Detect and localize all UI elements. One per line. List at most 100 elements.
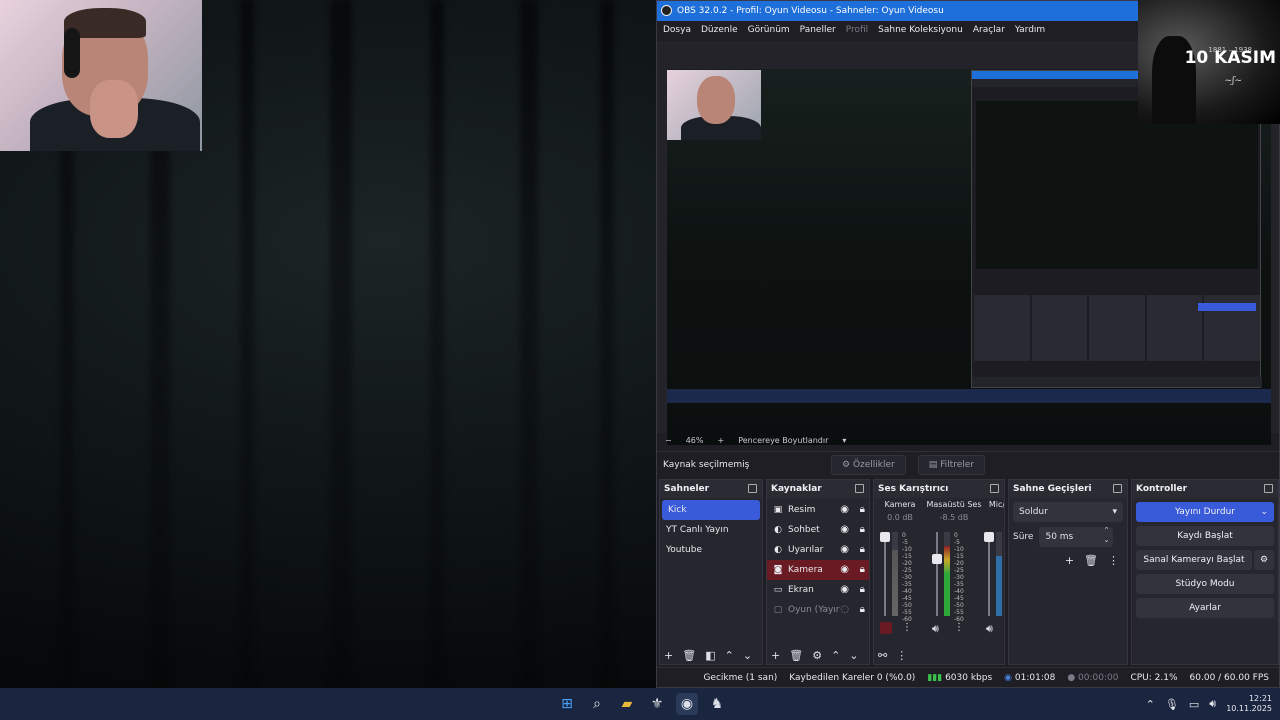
fps-status: 60.00 / 60.00 FPS — [1189, 673, 1269, 683]
search-icon[interactable]: ⌕ — [586, 693, 608, 715]
lock-icon[interactable]: 🔒︎ — [860, 560, 865, 580]
preview-canvas[interactable] — [667, 69, 1271, 445]
source-item[interactable]: ▣ Resim ◉ 🔒︎ — [767, 500, 869, 520]
lock-icon[interactable]: 🔒︎ — [860, 500, 865, 520]
transition-select[interactable]: Soldur ▾ — [1013, 502, 1123, 522]
zoom-out-button[interactable]: − — [665, 436, 672, 445]
clock[interactable]: 12:21 10.11.2025 — [1226, 694, 1272, 714]
trash-icon[interactable]: 🗑 — [682, 649, 696, 662]
source-item[interactable]: ◐ Sohbet ◉ 🔒︎ — [767, 520, 869, 540]
start-recording-button[interactable]: Kaydı Başlat — [1136, 526, 1274, 546]
background-tree — [240, 0, 254, 688]
webcam-overlay — [0, 0, 202, 151]
scenes-dock: Sahneler Kick YT Canlı Yayın Youtube + 🗑… — [659, 479, 763, 665]
eye-icon[interactable]: ◉ — [840, 580, 849, 600]
link-icon[interactable]: ⚯ — [878, 649, 887, 662]
eye-hidden-icon[interactable]: ◌ — [840, 600, 849, 620]
spin-icon[interactable]: ⌃ ⌄ — [1104, 525, 1110, 545]
file-explorer-icon[interactable]: ▰ — [616, 693, 638, 715]
add-icon[interactable]: + — [1065, 554, 1074, 567]
scene-item-youtube[interactable]: Youtube — [660, 540, 762, 560]
status-bar: Gecikme (1 san) Kaybedilen Kareler 0 (%0… — [657, 667, 1279, 688]
mute-icon[interactable] — [880, 622, 892, 634]
app-icon[interactable]: ♞ — [706, 693, 728, 715]
windows-start-icon[interactable]: ⊞ — [556, 693, 578, 715]
audio-mixer-dock: Ses Karıştırıcı Kamera 0.0 dB 0 -5 -10 -15-… — [873, 479, 1005, 665]
scenes-header: Sahneler — [664, 484, 710, 494]
filter-icon: ▤ — [928, 459, 938, 470]
scene-item-kick[interactable]: Kick — [662, 500, 760, 520]
source-item[interactable]: ▭ Ekran ◉ 🔒︎ — [767, 580, 869, 600]
speaker-icon[interactable]: 🔊︎ — [986, 622, 993, 636]
app-icon[interactable]: ⚜ — [646, 693, 668, 715]
menu-file[interactable]: Dosya — [663, 21, 691, 39]
menu-view[interactable]: Görünüm — [748, 21, 790, 39]
audio-meter — [944, 532, 950, 616]
start-virtual-camera-button[interactable]: Sanal Kamerayı Başlat — [1136, 550, 1252, 570]
volume-slider[interactable] — [880, 532, 890, 616]
eye-icon[interactable]: ◉ — [840, 520, 849, 540]
zoom-in-button[interactable]: + — [717, 436, 724, 445]
popout-icon[interactable] — [748, 484, 757, 493]
popout-icon[interactable] — [1264, 484, 1273, 493]
source-item-hidden[interactable]: ▢ Oyun (Yayır ◌ 🔒︎ — [767, 600, 869, 620]
network-icon[interactable]: ▭ — [1189, 698, 1199, 711]
more-icon[interactable]: ⋮ — [1108, 554, 1119, 567]
popout-icon[interactable] — [855, 484, 864, 493]
menu-help[interactable]: Yardım — [1015, 21, 1045, 39]
more-icon[interactable]: ⋮ — [954, 622, 964, 633]
lock-icon[interactable]: 🔒︎ — [860, 540, 865, 560]
obs-logo-icon — [661, 5, 672, 16]
trash-icon[interactable]: 🗑 — [789, 649, 803, 662]
duration-spinbox[interactable]: 50 ms ⌃ ⌄ — [1039, 525, 1114, 547]
eye-icon[interactable]: ◉ — [840, 500, 849, 520]
volume-slider[interactable] — [984, 532, 994, 616]
add-icon[interactable]: + — [771, 649, 780, 662]
virtual-camera-settings-button[interactable]: ⚙ — [1254, 550, 1274, 570]
zoom-dropdown-icon[interactable]: ▾ — [842, 436, 846, 445]
chevron-up-icon[interactable]: ⌃ — [1146, 698, 1155, 711]
zoom-value: 46% — [685, 435, 704, 445]
preview-taskbar — [667, 389, 1271, 403]
window-icon: ▢ — [773, 605, 783, 615]
source-item-selected[interactable]: ◙ Kamera ◉ 🔒︎ — [767, 560, 869, 580]
properties-button[interactable]: ⚙ Özellikler — [831, 454, 906, 475]
menu-edit[interactable]: Düzenle — [701, 21, 738, 39]
memorial-overlay: 1881 – 1938 10 KASIM ~ʃ~ — [1138, 0, 1280, 124]
move-down-icon[interactable]: ⌄ — [743, 649, 752, 662]
volume-slider[interactable] — [932, 532, 942, 616]
more-icon[interactable]: ⋮ — [902, 622, 912, 633]
scene-item-yt-live[interactable]: YT Canlı Yayın — [660, 520, 762, 540]
popout-icon[interactable] — [1113, 484, 1122, 493]
eye-icon[interactable]: ◉ — [840, 560, 849, 580]
source-item[interactable]: ◐ Uyarılar ◉ 🔒︎ — [767, 540, 869, 560]
speaker-icon[interactable]: 🔊︎ — [932, 622, 939, 636]
filter-icon[interactable]: ◧ — [705, 649, 715, 662]
studio-mode-button[interactable]: Stüdyo Modu — [1136, 574, 1274, 594]
obs-taskbar-icon[interactable]: ◉ — [676, 693, 698, 715]
menu-docks[interactable]: Paneller — [800, 21, 836, 39]
move-down-icon[interactable]: ⌄ — [849, 649, 858, 662]
overlay-signature: ~ʃ~ — [1224, 76, 1242, 86]
add-icon[interactable]: + — [664, 649, 673, 662]
lock-icon[interactable]: 🔒︎ — [860, 580, 865, 600]
menu-tools[interactable]: Araçlar — [973, 21, 1005, 39]
settings-button[interactable]: Ayarlar — [1136, 598, 1274, 618]
filters-button[interactable]: ▤ Filtreler — [917, 454, 985, 475]
trash-icon[interactable]: 🗑 — [1084, 554, 1098, 567]
stop-stream-button[interactable]: Yayını Durdur ⌄ — [1136, 502, 1274, 522]
volume-icon[interactable]: 🔊︎ — [1209, 697, 1216, 711]
eye-icon[interactable]: ◉ — [840, 540, 849, 560]
transitions-header: Sahne Geçişleri — [1013, 484, 1092, 494]
gear-icon[interactable]: ⚙ — [812, 649, 822, 662]
mixer-header: Ses Karıştırıcı — [878, 484, 949, 494]
lock-icon[interactable]: 🔒︎ — [860, 520, 865, 540]
move-up-icon[interactable]: ⌃ — [725, 649, 734, 662]
lock-icon[interactable]: 🔒︎ — [860, 600, 865, 620]
menu-profile[interactable]: Profil — [846, 21, 868, 39]
popout-icon[interactable] — [990, 484, 999, 493]
menu-scene-collection[interactable]: Sahne Koleksiyonu — [878, 21, 963, 39]
microphone-icon[interactable]: 🎙︎ — [1165, 698, 1179, 711]
more-icon[interactable]: ⋮ — [896, 649, 907, 662]
move-up-icon[interactable]: ⌃ — [831, 649, 840, 662]
